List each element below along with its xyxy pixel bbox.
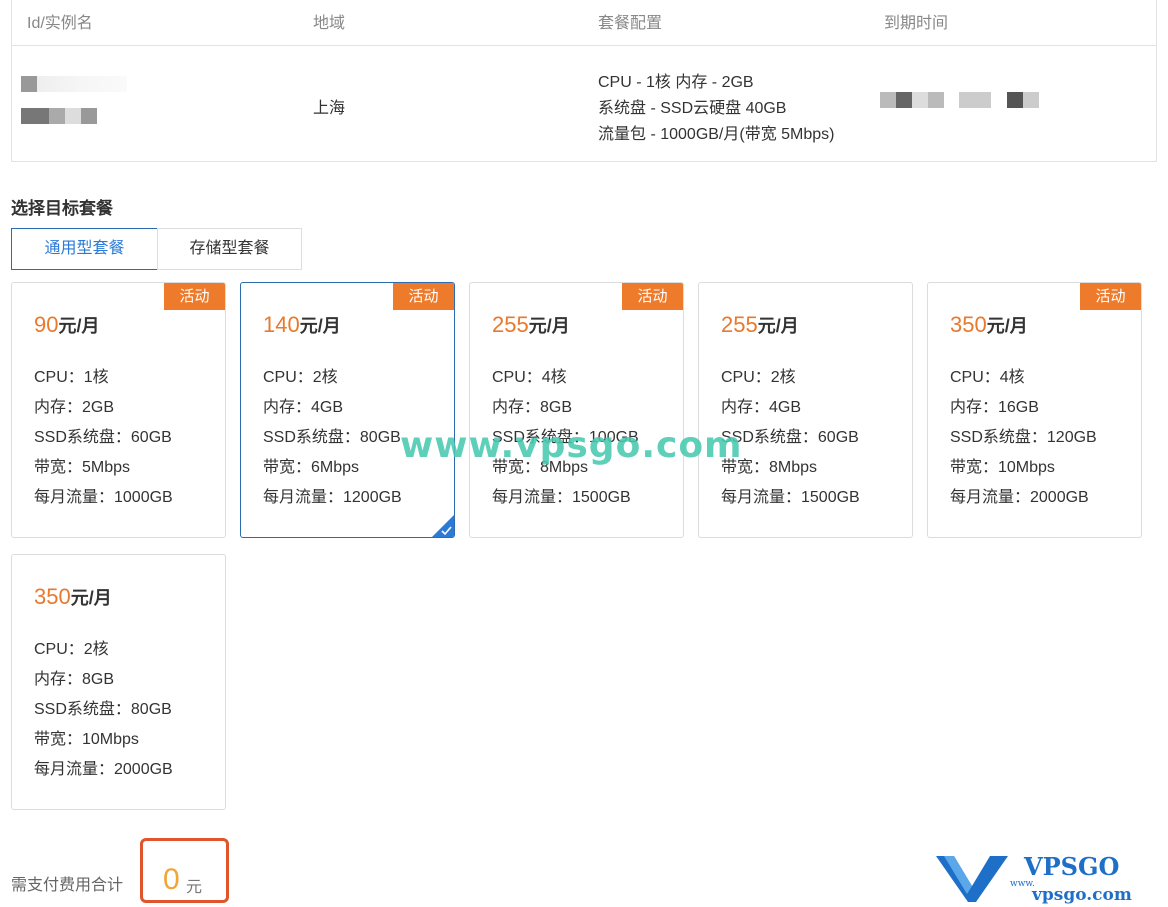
watermark-text: www.vpsgo.com — [400, 425, 743, 466]
spec-bandwidth: 带宽：10Mbps — [34, 731, 139, 748]
plan-card[interactable]: 活动 255元/月 CPU：4核 内存：8GB SSD系统盘：100GB 带宽：… — [469, 282, 684, 538]
spec-disk: SSD系统盘：60GB — [34, 429, 172, 446]
spec-memory: 内存：4GB — [721, 399, 802, 416]
plan-card[interactable]: 350元/月 CPU：2核 内存：8GB SSD系统盘：80GB 带宽：10Mb… — [11, 554, 226, 810]
spec-cpu: CPU：1核 — [34, 369, 109, 386]
total-label: 需支付费用合计 — [11, 877, 124, 894]
header-region: 地域 — [313, 15, 346, 32]
plan-price: 255元/月 — [492, 312, 570, 338]
price-unit: 元/月 — [58, 316, 100, 336]
plan-price: 350元/月 — [950, 312, 1028, 338]
spec-cpu: CPU：2核 — [34, 641, 109, 658]
config-line-disk: 系统盘 - SSD云硬盘 40GB — [598, 100, 787, 117]
instance-table: Id/实例名 地域 套餐配置 到期时间 上海 CPU - 1核 内存 - 2GB… — [11, 0, 1157, 162]
promo-badge: 活动 — [164, 283, 225, 310]
config-line-traffic: 流量包 - 1000GB/月(带宽 5Mbps) — [598, 126, 835, 143]
spec-cpu: CPU：2核 — [263, 369, 338, 386]
plan-price: 350元/月 — [34, 584, 112, 610]
price-value: 255 — [721, 312, 758, 337]
logo-brand: VPSGO — [1023, 852, 1119, 881]
region-value: 上海 — [313, 100, 346, 117]
header-instance: Id/实例名 — [27, 15, 93, 32]
section-title: 选择目标套餐 — [11, 199, 113, 218]
selected-check-icon — [432, 515, 454, 537]
header-expire: 到期时间 — [884, 15, 949, 32]
price-value: 140 — [263, 312, 300, 337]
vpsgo-logo: VPSGO www. vpsgo.com — [936, 852, 1132, 904]
promo-badge: 活动 — [622, 283, 683, 310]
spec-bandwidth: 带宽：5Mbps — [34, 459, 131, 476]
price-unit: 元/月 — [528, 316, 570, 336]
spec-bandwidth: 带宽：6Mbps — [263, 459, 360, 476]
plan-card-selected[interactable]: 活动 140元/月 CPU：2核 内存：4GB SSD系统盘：80GB 带宽：6… — [240, 282, 455, 538]
price-unit: 元/月 — [70, 588, 112, 608]
table-header: Id/实例名 地域 套餐配置 到期时间 — [12, 0, 1156, 46]
header-config: 套餐配置 — [598, 15, 663, 32]
price-value: 350 — [34, 584, 71, 609]
spec-traffic: 每月流量：1500GB — [492, 489, 631, 506]
price-value: 255 — [492, 312, 529, 337]
spec-traffic: 每月流量：1000GB — [34, 489, 173, 506]
plan-price: 140元/月 — [263, 312, 341, 338]
config-line-cpu: CPU - 1核 内存 - 2GB — [598, 74, 754, 91]
plan-price: 90元/月 — [34, 312, 100, 338]
price-unit: 元/月 — [986, 316, 1028, 336]
plan-price: 255元/月 — [721, 312, 799, 338]
spec-memory: 内存：4GB — [263, 399, 344, 416]
total-amount-box: 0 元 — [140, 838, 229, 903]
price-value: 90 — [34, 312, 59, 337]
spec-memory: 内存：16GB — [950, 399, 1039, 416]
plan-card[interactable]: 255元/月 CPU：2核 内存：4GB SSD系统盘：60GB 带宽：8Mbp… — [698, 282, 913, 538]
price-value: 350 — [950, 312, 987, 337]
spec-traffic: 每月流量：2000GB — [950, 489, 1089, 506]
plan-card[interactable]: 活动 90元/月 CPU：1核 内存：2GB SSD系统盘：60GB 带宽：5M… — [11, 282, 226, 538]
spec-memory: 内存：8GB — [34, 671, 115, 688]
price-unit: 元/月 — [757, 316, 799, 336]
spec-disk: SSD系统盘：120GB — [950, 429, 1097, 446]
spec-memory: 内存：8GB — [492, 399, 573, 416]
promo-badge: 活动 — [393, 283, 454, 310]
promo-badge: 活动 — [1080, 283, 1141, 310]
spec-traffic: 每月流量：1500GB — [721, 489, 860, 506]
spec-traffic: 每月流量：1200GB — [263, 489, 402, 506]
spec-cpu: CPU：2核 — [721, 369, 796, 386]
total-unit: 元 — [186, 879, 203, 896]
logo-domain: vpsgo.com — [1031, 885, 1132, 904]
spec-disk: SSD系统盘：80GB — [34, 701, 172, 718]
spec-cpu: CPU：4核 — [492, 369, 567, 386]
spec-memory: 内存：2GB — [34, 399, 115, 416]
spec-bandwidth: 带宽：10Mbps — [950, 459, 1055, 476]
price-unit: 元/月 — [299, 316, 341, 336]
spec-disk: SSD系统盘：80GB — [263, 429, 401, 446]
plan-card[interactable]: 活动 350元/月 CPU：4核 内存：16GB SSD系统盘：120GB 带宽… — [927, 282, 1142, 538]
spec-traffic: 每月流量：2000GB — [34, 761, 173, 778]
total-amount: 0 — [163, 863, 180, 896]
spec-cpu: CPU：4核 — [950, 369, 1025, 386]
tab-storage[interactable]: 存储型套餐 — [157, 228, 302, 270]
tab-general[interactable]: 通用型套餐 — [11, 228, 158, 270]
